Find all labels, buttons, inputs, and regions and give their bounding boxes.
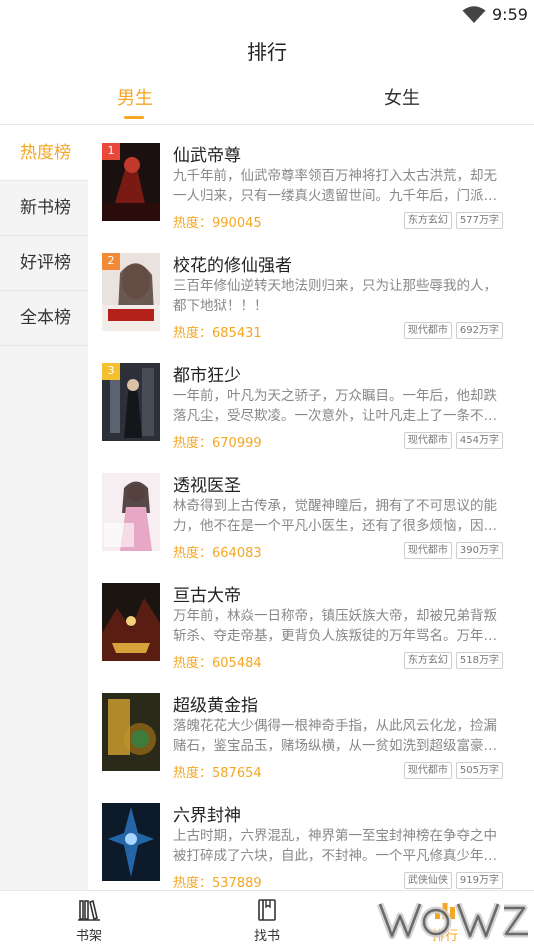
book-tags: 现代都市 692万字 — [403, 322, 503, 339]
heat-label: 热度： — [173, 656, 213, 671]
heat-value: 605484 — [212, 656, 262, 671]
genre-tag: 东方玄幻 — [403, 652, 452, 669]
genre-tag: 现代都市 — [403, 762, 452, 779]
book-heat: 热度：605484 — [173, 652, 262, 671]
rank-badge: 3 — [102, 363, 120, 380]
book-cover[interactable] — [102, 803, 160, 881]
active-tab-indicator — [124, 116, 144, 119]
sidebar-item-new[interactable]: 新书榜 — [0, 181, 88, 236]
book-tags: 东方玄幻 518万字 — [403, 652, 503, 669]
wifi-icon — [462, 6, 486, 23]
nav-label: 书架 — [75, 929, 102, 944]
rank-badge: 1 — [102, 143, 120, 160]
word-count-tag: 390万字 — [455, 542, 503, 559]
cover-image — [102, 583, 160, 661]
book-title: 都市狂少 — [173, 366, 241, 386]
book-item[interactable]: 超级黄金指 落魄花花大少偶得一根神奇手指，从此风云化龙，捡漏赌石，鉴宝品玉，赌场… — [88, 676, 534, 786]
word-count-tag: 505万字 — [455, 762, 503, 779]
word-count-tag: 577万字 — [455, 212, 503, 229]
book-heat: 热度：990045 — [173, 212, 262, 231]
heat-label: 热度： — [173, 216, 213, 231]
heat-label: 热度： — [173, 876, 213, 890]
genre-tag: 现代都市 — [403, 432, 452, 449]
heat-value: 685431 — [212, 326, 262, 341]
book-heat: 热度：664083 — [173, 542, 262, 561]
book-description: 落魄花花大少偶得一根神奇手指，从此风云化龙，捡漏赌石，鉴宝品玉，赌场纵横，从一贫… — [173, 718, 497, 754]
heat-value: 664083 — [212, 546, 262, 561]
sidebar-item-complete[interactable]: 全本榜 — [0, 291, 88, 346]
genre-tag: 现代都市 — [403, 322, 452, 339]
book-cover[interactable] — [102, 693, 160, 771]
book-tags: 现代都市 454万字 — [403, 432, 503, 449]
status-clock: 9:59 — [492, 5, 528, 24]
book-description: 万年前，林焱一日称帝，镇压妖族大帝，却被兄弟背叛斩杀、夺走帝基，更背负人族叛徒的… — [173, 608, 497, 644]
book-title: 透视医圣 — [173, 476, 241, 496]
cover-image — [102, 473, 160, 551]
book-item[interactable]: 2 校花的修仙强者 三百年修仙逆转天地法则归来，只为让那些辱我的人，都下地狱！！… — [88, 236, 534, 346]
word-count-tag: 692万字 — [455, 322, 503, 339]
genre-tag: 武侠仙侠 — [403, 872, 452, 889]
heat-label: 热度： — [173, 766, 213, 781]
book-title: 六界封神 — [173, 806, 241, 826]
cover-image — [102, 693, 160, 771]
nav-find-book[interactable]: 找书 — [217, 891, 317, 950]
book-heat: 热度：670999 — [173, 432, 262, 451]
book-cover[interactable]: 3 — [102, 363, 160, 441]
book-tags: 现代都市 505万字 — [403, 762, 503, 779]
ranking-sidebar: 热度榜 新书榜 好评榜 全本榜 — [0, 126, 88, 890]
sidebar-item-rating[interactable]: 好评榜 — [0, 236, 88, 291]
nav-label: 找书 — [253, 929, 280, 944]
book-description: 上古时期，六界混乱，神界第一至宝封神榜在争夺之中被打碎成了六块，自此，不封神。一… — [173, 828, 497, 864]
book-title: 仙武帝尊 — [173, 146, 241, 166]
page-title: 排行 — [247, 40, 287, 64]
book-cover[interactable]: 1 — [102, 143, 160, 221]
book-description: 三百年修仙逆转天地法则归来，只为让那些辱我的人，都下地狱！！！ — [173, 278, 497, 314]
heat-label: 热度： — [173, 436, 213, 451]
book-item[interactable]: 3 都市狂少 一年前，叶凡为天之骄子，万众瞩目。一年后，他却跌落凡尘，受尽欺凌。… — [88, 346, 534, 456]
book-cover[interactable] — [102, 583, 160, 661]
word-count-tag: 518万字 — [455, 652, 503, 669]
book-item[interactable]: 亘古大帝 万年前，林焱一日称帝，镇压妖族大帝，却被兄弟背叛斩杀、夺走帝基，更背负… — [88, 566, 534, 676]
heat-label: 热度： — [173, 326, 213, 341]
book-item[interactable]: 1 仙武帝尊 九千年前，仙武帝尊率领百万神将打入太古洪荒，却无一人归来，只有一缕… — [88, 126, 534, 236]
book-heat: 热度：685431 — [173, 322, 262, 341]
header: 排行 — [0, 30, 534, 74]
sidebar-item-heat[interactable]: 热度榜 — [0, 126, 88, 181]
status-bar: 9:59 — [0, 0, 534, 30]
book-tags: 武侠仙侠 919万字 — [403, 872, 503, 889]
book-tags: 现代都市 390万字 — [403, 542, 503, 559]
genre-tag: 东方玄幻 — [403, 212, 452, 229]
word-count-tag: 919万字 — [455, 872, 503, 889]
book-tags: 东方玄幻 577万字 — [403, 212, 503, 229]
heat-label: 热度： — [173, 546, 213, 561]
tab-female[interactable]: 女生 — [384, 76, 420, 124]
site-watermark-logo — [376, 902, 528, 940]
heat-value: 990045 — [212, 216, 262, 231]
nav-bookshelf[interactable]: 书架 — [39, 891, 139, 950]
find-book-icon — [258, 899, 276, 921]
book-item[interactable]: 六界封神 上古时期，六界混乱，神界第一至宝封神榜在争夺之中被打碎成了六块，自此，… — [88, 786, 534, 890]
book-title: 亘古大帝 — [173, 586, 241, 606]
book-description: 一年前，叶凡为天之骄子，万众瞩目。一年后，他却跌落凡尘，受尽欺凌。一次意外，让叶… — [173, 388, 497, 424]
heat-value: 587654 — [212, 766, 262, 781]
genre-tag: 现代都市 — [403, 542, 452, 559]
word-count-tag: 454万字 — [455, 432, 503, 449]
heat-value: 537889 — [212, 876, 262, 890]
heat-value: 670999 — [212, 436, 262, 451]
book-title: 超级黄金指 — [173, 696, 258, 716]
book-heat: 热度：537889 — [173, 872, 262, 890]
book-heat: 热度：587654 — [173, 762, 262, 781]
bookshelf-icon — [78, 899, 100, 921]
cover-image — [102, 803, 160, 881]
book-item[interactable]: 透视医圣 林奇得到上古传承，觉醒神瞳后，拥有了不可思议的能力，他不在是一个平凡小… — [88, 456, 534, 566]
book-list: 1 仙武帝尊 九千年前，仙武帝尊率领百万神将打入太古洪荒，却无一人归来，只有一缕… — [88, 126, 534, 890]
book-description: 九千年前，仙武帝尊率领百万神将打入太古洪荒，却无一人归来，只有一缕真火遗留世间。… — [173, 168, 497, 204]
book-cover[interactable]: 2 — [102, 253, 160, 331]
book-description: 林奇得到上古传承，觉醒神瞳后，拥有了不可思议的能力，他不在是一个平凡小医生，还有… — [173, 498, 497, 534]
gender-tabs: 男生 女生 — [0, 76, 534, 125]
book-title: 校花的修仙强者 — [173, 256, 292, 276]
rank-badge: 2 — [102, 253, 120, 270]
book-cover[interactable] — [102, 473, 160, 551]
